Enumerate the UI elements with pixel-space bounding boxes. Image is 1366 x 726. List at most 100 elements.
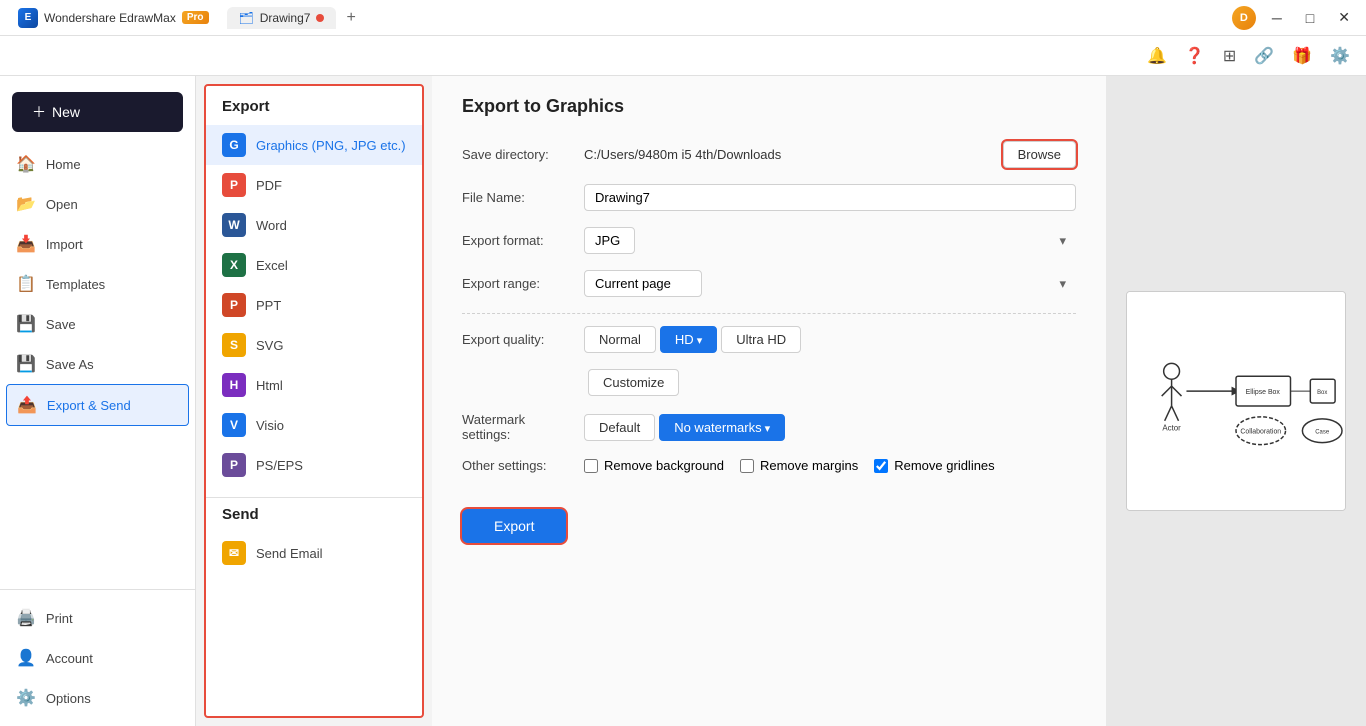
home-icon: 🏠	[16, 154, 36, 174]
export-item-visio[interactable]: V Visio	[206, 405, 422, 445]
watermark-label: Watermark settings:	[462, 412, 572, 442]
export-button[interactable]: Export	[462, 509, 566, 543]
save-as-icon: 💾	[16, 354, 36, 374]
save-directory-value: C:/Users/9480m i5 4th/Downloads	[584, 147, 781, 162]
sidebar-item-print[interactable]: 🖨️ Print	[0, 598, 195, 638]
remove-background-item[interactable]: Remove background	[584, 458, 724, 473]
sidebar-item-account[interactable]: 👤 Account	[0, 638, 195, 678]
add-tab-button[interactable]: +	[342, 9, 359, 27]
send-email-item[interactable]: ✉ Send Email	[206, 533, 422, 573]
notification-icon[interactable]: 🔔	[1143, 42, 1171, 70]
svg-text:Collaboration: Collaboration	[1240, 429, 1281, 436]
save-directory-label: Save directory:	[462, 147, 572, 162]
maximize-button[interactable]: □	[1298, 6, 1322, 30]
export-range-wrapper: Current page All pages Selected objects	[584, 270, 1076, 297]
document-tab[interactable]: 🗂 Drawing7	[227, 7, 337, 29]
other-settings-label: Other settings:	[462, 458, 572, 473]
sidebar-item-save-as[interactable]: 💾 Save As	[0, 344, 195, 384]
export-button-row: Export	[462, 489, 1076, 543]
close-button[interactable]: ✕	[1330, 5, 1358, 30]
titlebar-actions: D ─ □ ✕	[1232, 5, 1358, 30]
preview-panel: Actor Ellipse Box Box Collaboration Case	[1106, 76, 1366, 726]
graphics-icon: G	[222, 133, 246, 157]
export-format-wrapper: JPG PNG BMP TIFF SVG	[584, 227, 1076, 254]
export-panel: Export G Graphics (PNG, JPG etc.) P PDF …	[204, 84, 424, 718]
save-icon: 💾	[16, 314, 36, 334]
pdf-icon: P	[222, 173, 246, 197]
pseps-icon: P	[222, 453, 246, 477]
app-name: Wondershare EdrawMax	[44, 11, 176, 25]
sidebar-item-export-send[interactable]: 📤 Export & Send	[6, 384, 189, 426]
svg-icon: S	[222, 333, 246, 357]
browse-button[interactable]: Browse	[1003, 141, 1076, 168]
remove-margins-checkbox[interactable]	[740, 459, 754, 473]
gift-icon[interactable]: 🎁	[1288, 42, 1316, 70]
export-item-word[interactable]: W Word	[206, 205, 422, 245]
export-format-label: Export format:	[462, 233, 572, 248]
export-quality-label: Export quality:	[462, 332, 572, 347]
word-icon: W	[222, 213, 246, 237]
grid-icon[interactable]: ⊞	[1219, 42, 1240, 70]
remove-background-checkbox[interactable]	[584, 459, 598, 473]
sidebar-item-home[interactable]: 🏠 Home	[0, 144, 195, 184]
checkbox-group: Remove background Remove margins Remove …	[584, 458, 995, 473]
save-directory-row: Save directory: C:/Users/9480m i5 4th/Do…	[462, 141, 1076, 168]
options-icon: ⚙️	[16, 688, 36, 708]
export-item-pseps[interactable]: P PS/EPS	[206, 445, 422, 485]
content-title: Export to Graphics	[462, 96, 1076, 117]
sidebar-item-open[interactable]: 📂 Open	[0, 184, 195, 224]
watermark-group: Default No watermarks	[584, 414, 785, 441]
remove-margins-item[interactable]: Remove margins	[740, 458, 858, 473]
quality-hd-button[interactable]: HD	[660, 326, 717, 353]
share-icon[interactable]: 🔗	[1250, 42, 1278, 70]
export-item-graphics[interactable]: G Graphics (PNG, JPG etc.)	[206, 125, 422, 165]
file-name-row: File Name:	[462, 184, 1076, 211]
toolbar: 🔔 ❓ ⊞ 🔗 🎁 ⚙️	[0, 36, 1366, 76]
minimize-button[interactable]: ─	[1264, 6, 1290, 30]
watermark-default-button[interactable]: Default	[584, 414, 655, 441]
watermark-no-button[interactable]: No watermarks	[659, 414, 785, 441]
svg-text:Case: Case	[1315, 430, 1330, 436]
tab-icon: 🗂	[239, 11, 254, 25]
sidebar-item-templates[interactable]: 📋 Templates	[0, 264, 195, 304]
user-badge[interactable]: D	[1232, 6, 1256, 30]
export-item-excel[interactable]: X Excel	[206, 245, 422, 285]
print-icon: 🖨️	[16, 608, 36, 628]
titlebar: E Wondershare EdrawMax Pro 🗂 Drawing7 + …	[0, 0, 1366, 36]
new-icon: ＋	[32, 102, 46, 122]
sidebar: ＋ New 🏠 Home 📂 Open 📥 Import 📋 Templates…	[0, 76, 196, 726]
sidebar-item-import[interactable]: 📥 Import	[0, 224, 195, 264]
export-range-label: Export range:	[462, 276, 572, 291]
new-button[interactable]: ＋ New	[12, 92, 183, 132]
export-range-select[interactable]: Current page All pages Selected objects	[584, 270, 702, 297]
quality-normal-button[interactable]: Normal	[584, 326, 656, 353]
remove-gridlines-item[interactable]: Remove gridlines	[874, 458, 994, 473]
sidebar-item-save[interactable]: 💾 Save	[0, 304, 195, 344]
file-name-input[interactable]	[584, 184, 1076, 211]
svg-text:Actor: Actor	[1162, 424, 1181, 433]
excel-icon: X	[222, 253, 246, 277]
export-item-svg[interactable]: S SVG	[206, 325, 422, 365]
help-icon[interactable]: ❓	[1181, 42, 1209, 70]
customize-button[interactable]: Customize	[588, 369, 679, 396]
sidebar-item-options[interactable]: ⚙️ Options	[0, 678, 195, 718]
quality-ultra-hd-button[interactable]: Ultra HD	[721, 326, 801, 353]
tab-unsaved-dot	[316, 14, 324, 22]
watermark-row: Watermark settings: Default No watermark…	[462, 412, 1076, 442]
export-item-html[interactable]: H Html	[206, 365, 422, 405]
export-quality-row: Export quality: Normal HD Ultra HD	[462, 326, 1076, 353]
send-section: Send ✉ Send Email	[206, 497, 422, 573]
app-icon: E	[18, 8, 38, 28]
quality-group: Normal HD Ultra HD	[584, 326, 801, 353]
settings-icon[interactable]: ⚙️	[1326, 42, 1354, 70]
remove-gridlines-checkbox[interactable]	[874, 459, 888, 473]
export-item-pdf[interactable]: P PDF	[206, 165, 422, 205]
other-settings-row: Other settings: Remove background Remove…	[462, 458, 1076, 473]
content-area: Export to Graphics Save directory: C:/Us…	[432, 76, 1106, 726]
preview-box: Actor Ellipse Box Box Collaboration Case	[1126, 291, 1346, 511]
app-tab[interactable]: E Wondershare EdrawMax Pro	[8, 4, 219, 32]
tab-name: Drawing7	[260, 11, 311, 25]
export-item-ppt[interactable]: P PPT	[206, 285, 422, 325]
export-format-select[interactable]: JPG PNG BMP TIFF SVG	[584, 227, 635, 254]
main-layout: ＋ New 🏠 Home 📂 Open 📥 Import 📋 Templates…	[0, 76, 1366, 726]
